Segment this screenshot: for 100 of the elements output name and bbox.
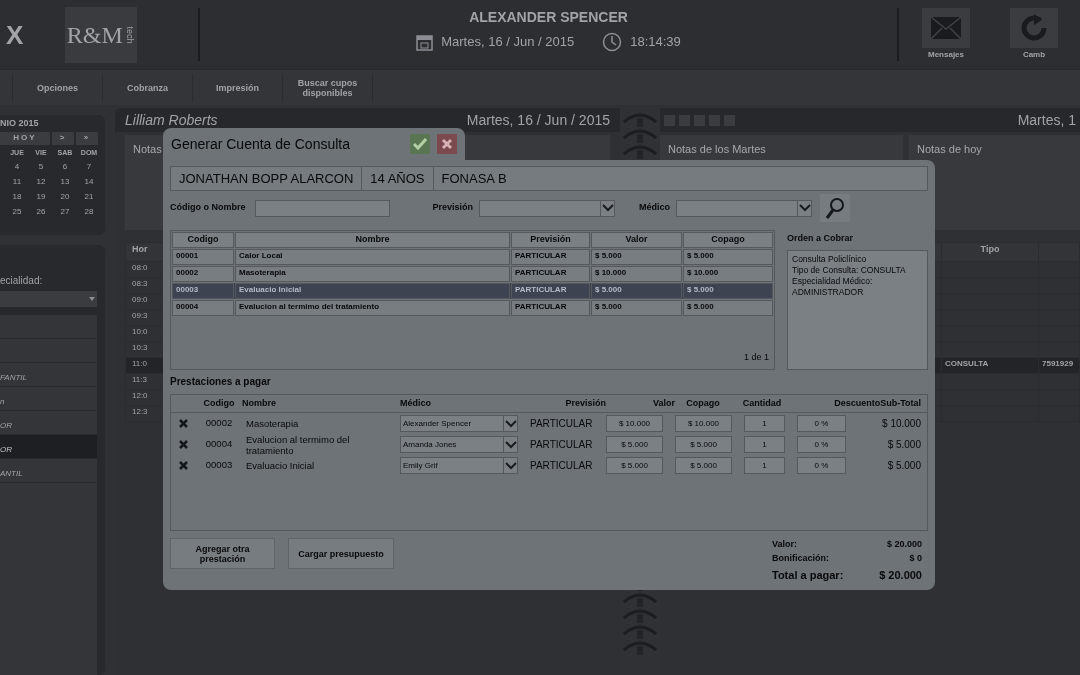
- table-cell: Evaluacio Inicial: [235, 283, 510, 299]
- patient-info: JONATHAN BOPP ALARCON: [171, 167, 363, 190]
- action-button[interactable]: Agregar otra prestación: [170, 538, 275, 569]
- table-cell: Evaluacio Inicial: [246, 460, 315, 471]
- menu-tab[interactable]: Impresión: [193, 73, 283, 102]
- table-cell: $ 5.000: [683, 283, 773, 299]
- table-cell-text: 00003: [204, 458, 234, 473]
- current-time: 18:14:39: [630, 33, 681, 52]
- doctor-list-item[interactable]: n: [0, 387, 97, 411]
- table-cell: PARTICULAR: [511, 300, 590, 316]
- table-cell: $ 5.000: [591, 300, 682, 316]
- calendar-day[interactable]: 20: [53, 191, 77, 203]
- doctor-select[interactable]: Amanda Jones: [400, 436, 518, 453]
- calendar-day[interactable]: 4: [5, 161, 29, 173]
- menu-tab[interactable]: Opciones: [13, 73, 103, 102]
- table-cell-text: 00004: [204, 437, 234, 452]
- discount-field[interactable]: 0 %: [797, 457, 846, 474]
- catalog-row[interactable]: 00001 Calor Local PARTICULAR $ 5.000 $ 5.000: [172, 249, 773, 265]
- user-name: ALEXANDER SPENCER: [469, 8, 628, 27]
- specialty-label: ecialidad:: [0, 274, 44, 288]
- calendar-day[interactable]: 13: [53, 176, 77, 188]
- calendar-day[interactable]: 11: [5, 176, 29, 188]
- calendar-month: NIO 2015: [0, 117, 40, 130]
- caret-icon: [798, 204, 811, 212]
- calendar-day[interactable]: 5: [29, 161, 53, 173]
- envelope-icon: [930, 16, 962, 40]
- catalog-row[interactable]: 00003 Evaluacio Inicial PARTICULAR $ 5.000 $ 5.000: [172, 283, 773, 299]
- value-field[interactable]: $ 5.000: [606, 436, 663, 453]
- calendar-nav-button[interactable]: HOY: [0, 131, 50, 145]
- order-detail-line: ADMINISTRADOR: [792, 286, 865, 298]
- table-cell: Masoterapia: [246, 418, 299, 429]
- table-cell: 00001: [172, 249, 234, 265]
- calendar-day[interactable]: 19: [29, 191, 53, 203]
- calendar-day[interactable]: 25: [5, 206, 29, 218]
- column-header: Valor: [591, 232, 682, 248]
- table-cell: CONSULTA: [945, 359, 989, 368]
- calendar-nav-button[interactable]: »: [76, 131, 98, 145]
- column-header: Nombre: [242, 397, 276, 408]
- notes-title: Notas: [133, 143, 162, 155]
- catalog-row[interactable]: 00004 Evalucion al termimo del tratamiento PARTICULAR $ 5.000 $ 5.000: [172, 300, 773, 316]
- clock-icon: [602, 32, 623, 52]
- calendar-day[interactable]: 27: [53, 206, 77, 218]
- table-cell: 00002: [172, 266, 234, 282]
- column-header: Previsión: [511, 232, 590, 248]
- calendar-day[interactable]: 28: [77, 206, 101, 218]
- section-title: Orden a Cobrar: [787, 232, 854, 245]
- agenda-date: Martes, 1: [1017, 112, 1077, 128]
- doctor-name: Lilliam Roberts: [125, 112, 218, 128]
- calendar-day[interactable]: 14: [77, 176, 101, 188]
- patient-info: 14 AÑOS: [362, 167, 434, 190]
- table-cell-text: $ 5.000: [886, 438, 921, 452]
- doctor-select[interactable]: Alexander Spencer: [400, 415, 518, 432]
- calendar-day[interactable]: 26: [29, 206, 53, 218]
- action-button[interactable]: Cargar presupuesto: [288, 538, 394, 569]
- column-header: Copago: [683, 232, 773, 248]
- copay-field[interactable]: $ 10.000: [675, 415, 732, 432]
- calendar-day[interactable]: 6: [53, 161, 77, 173]
- value-field[interactable]: $ 10.000: [606, 415, 663, 432]
- close-icon: [441, 138, 453, 150]
- agenda-date: Martes, 16 / Jun / 2015: [466, 112, 610, 128]
- calendar-day[interactable]: 21: [77, 191, 101, 203]
- calendar-nav-button[interactable]: >: [52, 131, 74, 145]
- doctor-select[interactable]: Emily Grif: [400, 457, 518, 474]
- catalog-row[interactable]: 00002 Masoterapia PARTICULAR $ 10.000 $ 10.000: [172, 266, 773, 282]
- quantity-field[interactable]: 1: [744, 436, 785, 453]
- order-detail-line: Tipo de Consulta: CONSULTA: [792, 264, 907, 276]
- calendar-icon: [416, 33, 434, 51]
- quantity-field[interactable]: 1: [744, 415, 785, 432]
- value-field[interactable]: $ 5.000: [606, 457, 663, 474]
- menu-tab[interactable]: Buscar cupos disponibles: [283, 73, 373, 102]
- caret-icon: [504, 461, 517, 470]
- column-header: Copago: [686, 397, 720, 408]
- calendar-day[interactable]: 12: [29, 176, 53, 188]
- calendar-day[interactable]: 7: [77, 161, 101, 173]
- checkmark-icon: [413, 138, 427, 150]
- search-button[interactable]: [820, 194, 851, 222]
- total-value: $ 20.000: [886, 538, 922, 551]
- table-cell-text: $ 10.000: [881, 417, 921, 431]
- quantity-field[interactable]: 1: [744, 457, 785, 474]
- search-field[interactable]: [254, 199, 390, 217]
- doctor-list-item[interactable]: OR: [0, 435, 97, 459]
- doctor-list-item[interactable]: FANTIL: [0, 363, 97, 387]
- doctor-list-item[interactable]: ANTIL: [0, 459, 97, 483]
- copay-field[interactable]: $ 5.000: [675, 436, 732, 453]
- total-label: Total a pagar:: [772, 568, 844, 583]
- table-cell-text: PARTICULAR: [530, 417, 594, 431]
- table-cell-text: PARTICULAR: [530, 438, 594, 452]
- discount-field[interactable]: 0 %: [797, 415, 846, 432]
- calendar-day[interactable]: 18: [5, 191, 29, 203]
- confirm-button[interactable]: [410, 134, 430, 154]
- table-cell: Masoterapia: [235, 266, 510, 282]
- table-cell-text: $ 5.000: [886, 459, 921, 473]
- notes-title: Notas de hoy: [917, 143, 982, 155]
- column-header: Médico: [400, 397, 431, 408]
- close-button[interactable]: [437, 134, 457, 154]
- table-cell: $ 5.000: [683, 300, 773, 316]
- logo-text: R&M: [66, 22, 123, 47]
- discount-field[interactable]: 0 %: [797, 436, 846, 453]
- menu-tab[interactable]: Cobranza: [103, 73, 193, 102]
- copay-field[interactable]: $ 5.000: [675, 457, 732, 474]
